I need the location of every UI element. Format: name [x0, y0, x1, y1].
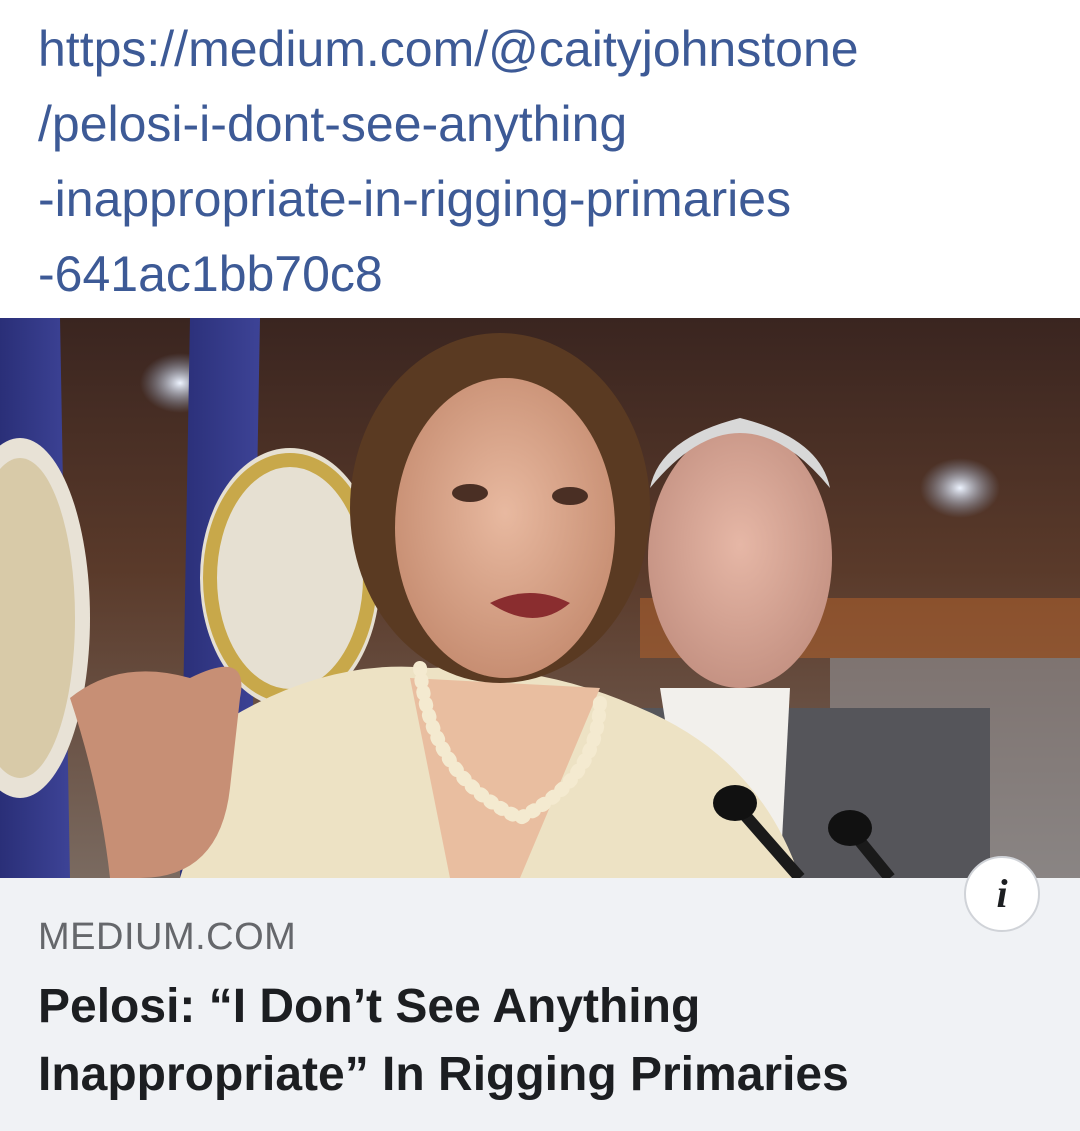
press-conference-photo [0, 318, 1080, 878]
url-line-2[interactable]: /pelosi-i-dont-see-anything [38, 87, 1048, 162]
link-preview-card[interactable]: MEDIUM.COM Pelosi: “I Don’t See Anything… [0, 318, 1080, 1131]
post-page: https://medium.com/@caityjohnstone /pelo… [0, 0, 1080, 1131]
article-headline[interactable]: Pelosi: “I Don’t See Anything Inappropri… [38, 973, 998, 1109]
info-icon: i [996, 871, 1008, 916]
url-line-1[interactable]: https://medium.com/@caityjohnstone [38, 12, 1048, 87]
article-url-link[interactable]: https://medium.com/@caityjohnstone /pelo… [38, 12, 1048, 312]
info-button[interactable]: i [964, 856, 1040, 932]
preview-photo[interactable] [0, 318, 1080, 878]
headline-line-1: Pelosi: “I Don’t See Anything [38, 980, 701, 1033]
url-line-3[interactable]: -inappropriate-in-rigging-primaries [38, 162, 1048, 237]
preview-footer[interactable]: MEDIUM.COM Pelosi: “I Don’t See Anything… [0, 878, 1080, 1131]
url-line-4[interactable]: -641ac1bb70c8 [38, 237, 1048, 312]
source-domain: MEDIUM.COM [38, 916, 297, 958]
headline-line-2: Inappropriate” In Rigging Primaries [38, 1048, 849, 1101]
